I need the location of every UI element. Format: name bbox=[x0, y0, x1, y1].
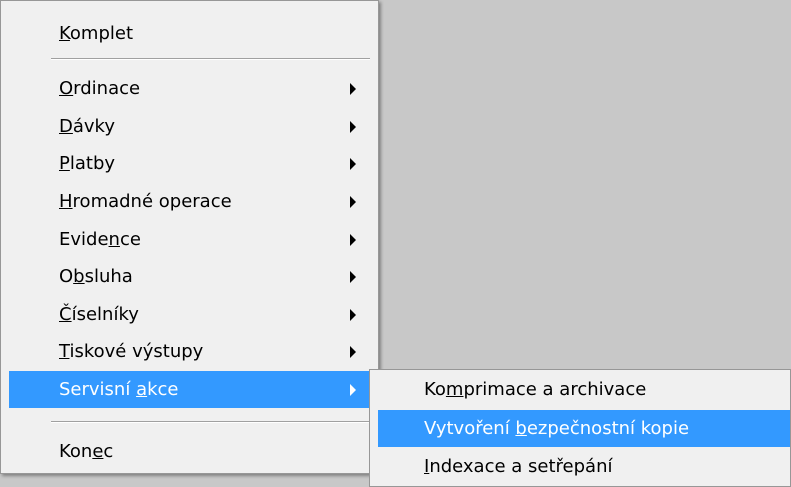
submenu-item-indexace-a-setrepani[interactable]: Indexace a setřepání bbox=[378, 448, 790, 485]
submenu-item-label: Vytvoření bezpečnostní kopie bbox=[424, 417, 690, 439]
submenu-arrow-icon bbox=[350, 383, 356, 396]
menu-item-label: Konec bbox=[59, 440, 114, 462]
menu-item-evidence[interactable]: Evidence bbox=[9, 221, 370, 258]
main-menu: Komplet Ordinace Dávky Platby Hromadné o… bbox=[0, 0, 379, 474]
menu-item-label: Komplet bbox=[59, 22, 134, 44]
submenu-arrow-icon bbox=[350, 308, 356, 321]
menu-item-label: Tiskové výstupy bbox=[59, 340, 204, 362]
submenu-arrow-icon bbox=[350, 82, 356, 95]
submenu-item-komprimace-a-archivace[interactable]: Komprimace a archivace bbox=[378, 371, 790, 408]
menu-item-label: Obsluha bbox=[59, 265, 133, 287]
menu-item-label: Evidence bbox=[59, 228, 141, 250]
menu-separator bbox=[51, 421, 370, 423]
menu-item-label: Číselníky bbox=[59, 303, 139, 325]
menu-item-label: Platby bbox=[59, 152, 116, 174]
menu-item-label: Hromadné operace bbox=[59, 190, 232, 212]
menu-item-hromadne-operace[interactable]: Hromadné operace bbox=[9, 183, 370, 220]
submenu-item-label: Indexace a setřepání bbox=[424, 455, 613, 477]
submenu-arrow-icon bbox=[350, 157, 356, 170]
submenu-item-label: Komprimace a archivace bbox=[424, 378, 647, 400]
menu-item-servisni-akce[interactable]: Servisní akce bbox=[9, 371, 370, 408]
menu-item-label: Ordinace bbox=[59, 77, 141, 99]
servisni-akce-submenu: Komprimace a archivace Vytvoření bezpečn… bbox=[369, 369, 791, 487]
menu-item-komplet[interactable]: Komplet bbox=[9, 15, 370, 52]
submenu-arrow-icon bbox=[350, 345, 356, 358]
menu-item-obsluha[interactable]: Obsluha bbox=[9, 258, 370, 295]
menu-item-ciselniky[interactable]: Číselníky bbox=[9, 296, 370, 333]
submenu-item-vytvoreni-bezpecnostni-kopie[interactable]: Vytvoření bezpečnostní kopie bbox=[378, 410, 790, 447]
menu-item-label: Servisní akce bbox=[59, 378, 179, 400]
menu-item-platby[interactable]: Platby bbox=[9, 145, 370, 182]
menu-item-tiskove-vystupy[interactable]: Tiskové výstupy bbox=[9, 333, 370, 370]
menu-item-konec[interactable]: Konec bbox=[9, 433, 370, 470]
menu-item-ordinace[interactable]: Ordinace bbox=[9, 70, 370, 107]
submenu-arrow-icon bbox=[350, 120, 356, 133]
submenu-arrow-icon bbox=[350, 233, 356, 246]
menu-separator bbox=[51, 58, 370, 60]
menu-item-label: Dávky bbox=[59, 115, 115, 137]
submenu-arrow-icon bbox=[350, 195, 356, 208]
menu-item-davky[interactable]: Dávky bbox=[9, 108, 370, 145]
submenu-arrow-icon bbox=[350, 270, 356, 283]
